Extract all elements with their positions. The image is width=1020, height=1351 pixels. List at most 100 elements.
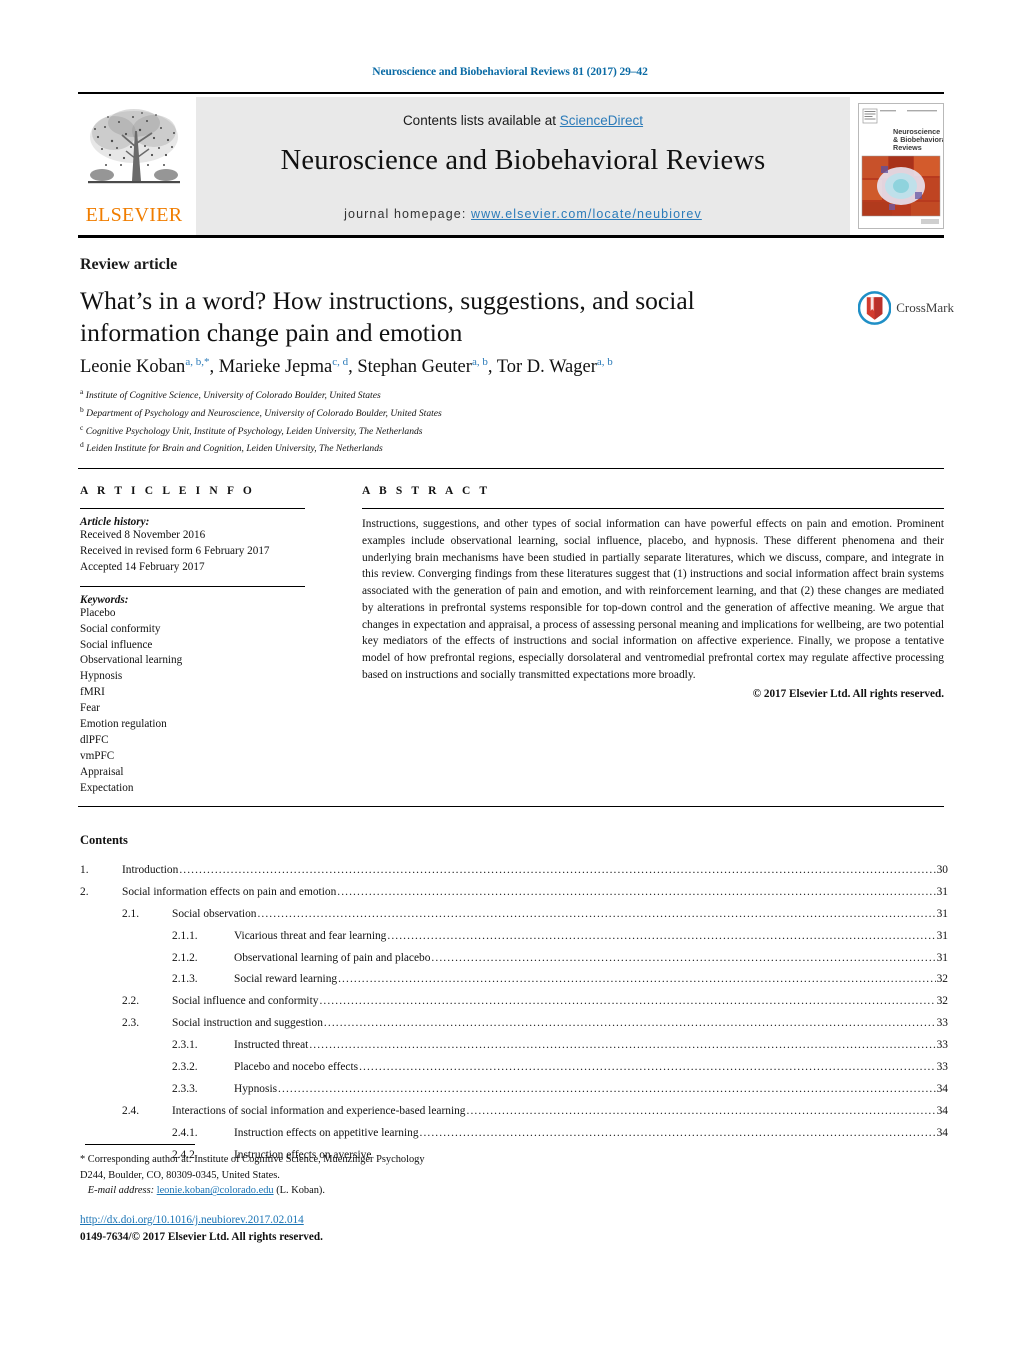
- toc-leader-dots: ........................................…: [359, 1061, 936, 1074]
- paper-page: Neuroscience and Biobehavioral Reviews 8…: [0, 0, 1020, 1351]
- toc-entry-label: Instruction effects on appetitive learni…: [234, 1126, 419, 1139]
- journal-title: Neuroscience and Biobehavioral Reviews: [280, 145, 766, 176]
- toc-entry-page: 31: [936, 885, 948, 898]
- toc-leader-dots: ........................................…: [309, 1039, 935, 1052]
- toc-entry-number: 2.1.2.: [172, 951, 198, 964]
- keyword-item: Social influence: [80, 638, 153, 651]
- affiliation-text: Leiden Institute for Brain and Cognition…: [86, 443, 383, 455]
- toc-leader-dots: ........................................…: [338, 973, 936, 986]
- toc-entry-label: Introduction: [122, 864, 179, 876]
- journal-cover-image: Neuroscience & Biobehavioral Reviews: [859, 104, 943, 228]
- contents-lists-prefix: Contents lists available at: [402, 113, 560, 128]
- crossmark-badge[interactable]: CrossMark: [858, 288, 954, 328]
- toc-entry-page: 31: [936, 907, 948, 920]
- email-label: E-mail address:: [87, 1185, 155, 1197]
- toc-entry[interactable]: 2.3.1. Instructed threat.................…: [80, 1035, 948, 1057]
- article-type-label: Review article: [80, 256, 178, 273]
- corresponding-author-note: * Corresponding author at: Institute of …: [80, 1152, 600, 1199]
- toc-leader-dots: ........................................…: [278, 1082, 936, 1095]
- toc-entry[interactable]: 2.3.2. Placebo and nocebo effects........…: [80, 1057, 948, 1079]
- divider: [362, 508, 944, 509]
- toc-entry[interactable]: 2.3. Social instruction and suggestion...…: [80, 1013, 948, 1035]
- keyword-item: Fear: [80, 702, 100, 715]
- affiliation-item: b Department of Psychology and Neuroscie…: [80, 404, 780, 422]
- keyword-item: dlPFC: [80, 733, 109, 746]
- email-suffix: (L. Koban).: [276, 1185, 325, 1197]
- divider: [80, 585, 305, 587]
- toc-entry[interactable]: 2.1.3. Social reward learning............…: [80, 969, 948, 991]
- toc-entry[interactable]: 2.4.1. Instruction effects on appetitive …: [80, 1123, 948, 1145]
- keyword-item: Hypnosis: [80, 670, 123, 683]
- article-info-heading: A R T I C L E I N F O: [80, 485, 255, 497]
- toc-entry-page: 30: [936, 864, 948, 876]
- toc-entry-page: 33: [936, 1061, 948, 1074]
- toc-entry-page: 32: [936, 973, 948, 986]
- affiliation-item: a Institute of Cognitive Science, Univer…: [80, 386, 780, 404]
- toc-entry[interactable]: 2.1.2. Observational learning of pain and…: [80, 948, 948, 970]
- toc-entry[interactable]: 2.2. Social influence and conformity.....…: [80, 991, 948, 1013]
- article-history-heading: Article history:: [80, 516, 150, 528]
- table-of-contents: 1. Introduction..........................…: [80, 860, 948, 1166]
- keyword-item: Social conformity: [80, 622, 161, 635]
- toc-entry[interactable]: 2.4. Interactions of social information a…: [80, 1101, 948, 1123]
- affiliation-marker: a: [80, 387, 84, 396]
- toc-entry-label: Hypnosis: [234, 1082, 278, 1095]
- author-affil-marker: a, b: [471, 356, 488, 368]
- crossmark-icon: [858, 291, 892, 325]
- article-history-item: Received in revised form 6 February 2017: [80, 544, 270, 557]
- toc-entry[interactable]: 2. Social information effects on pain and…: [80, 882, 948, 904]
- email-line: E-mail address: leonie.koban@colorado.ed…: [80, 1183, 600, 1199]
- toc-entry-number: 2.3.3.: [172, 1082, 198, 1095]
- journal-homepage-label: journal homepage:: [344, 207, 467, 221]
- elsevier-wordmark: ELSEVIER: [85, 204, 183, 226]
- toc-entry-label: Social observation: [172, 907, 257, 920]
- elsevier-logo: ELSEVIER: [78, 97, 190, 235]
- toc-entry-number: 2.4.: [122, 1104, 140, 1117]
- author-name: Leonie Koban: [80, 357, 186, 378]
- sciencedirect-link[interactable]: ScienceDirect: [560, 113, 643, 128]
- affiliation-text: Cognitive Psychology Unit, Institute of …: [85, 425, 423, 437]
- toc-entry-number: 2.4.1.: [172, 1126, 198, 1139]
- keyword-item: Emotion regulation: [80, 718, 167, 731]
- footnote-divider: [85, 1144, 195, 1145]
- toc-entry[interactable]: 2.1. Social observation..................…: [80, 904, 948, 926]
- abstract-text: Instructions, suggestions, and other typ…: [362, 518, 944, 681]
- email-link[interactable]: leonie.koban@colorado.edu: [157, 1185, 274, 1196]
- toc-entry-page: 33: [936, 1039, 948, 1052]
- keywords-heading: Keywords:: [80, 593, 129, 606]
- affiliation-marker: d: [80, 440, 84, 450]
- toc-entry[interactable]: 2.1.1. Vicarious threat and fear learning…: [80, 926, 948, 948]
- journal-homepage-link[interactable]: www.elsevier.com/locate/neubiorev: [471, 207, 702, 221]
- toc-entry[interactable]: 2.3.3. Hypnosis..........................…: [80, 1079, 948, 1101]
- divider-above-abstract: [78, 468, 944, 469]
- keyword-item: Observational learning: [80, 654, 183, 667]
- keyword-item: vmPFC: [80, 749, 115, 762]
- issn-copyright-line: 0149-7634/© 2017 Elsevier Ltd. All right…: [80, 1230, 323, 1243]
- toc-leader-dots: ........................................…: [179, 864, 936, 876]
- toc-leader-dots: ........................................…: [431, 951, 936, 964]
- toc-entry-number: 1.: [80, 864, 89, 876]
- abstract-copyright: © 2017 Elsevier Ltd. All rights reserved…: [752, 687, 944, 700]
- toc-entry-label: Social reward learning: [234, 973, 338, 986]
- page-title: What’s in a word? How instructions, sugg…: [80, 286, 695, 347]
- toc-entry-page: 32: [936, 995, 948, 1008]
- doi-block: http://dx.doi.org/10.1016/j.neubiorev.20…: [80, 1212, 323, 1246]
- toc-entry[interactable]: 1. Introduction..........................…: [80, 860, 948, 882]
- keyword-item: fMRI: [80, 686, 105, 699]
- toc-entry-number: 2.3.2.: [172, 1061, 198, 1074]
- keywords-block: Keywords: Placebo Social conformity Soci…: [80, 594, 305, 797]
- toc-entry-page: 34: [936, 1126, 948, 1139]
- author-list: Leonie Kobana, b,*, Marieke Jepmac, d, S…: [80, 356, 613, 378]
- corresponding-line-2: D244, Boulder, CO, 80309-0345, United St…: [80, 1169, 280, 1181]
- crossmark-label: CrossMark: [896, 300, 954, 315]
- toc-entry-number: 2.1.1.: [172, 929, 198, 942]
- masthead-center-band: Contents lists available at ScienceDirec…: [196, 97, 850, 235]
- affiliation-list: a Institute of Cognitive Science, Univer…: [80, 386, 780, 457]
- author-name: Stephan Geuter: [357, 357, 472, 378]
- toc-entry-label: Placebo and nocebo effects: [234, 1061, 359, 1074]
- corresponding-author-star: *: [203, 356, 210, 368]
- author-affil-marker: a, b,: [185, 356, 204, 368]
- doi-link[interactable]: http://dx.doi.org/10.1016/j.neubiorev.20…: [80, 1214, 304, 1226]
- toc-entry-label: Social instruction and suggestion: [172, 1017, 323, 1030]
- toc-entry-label: Instructed threat: [234, 1039, 309, 1052]
